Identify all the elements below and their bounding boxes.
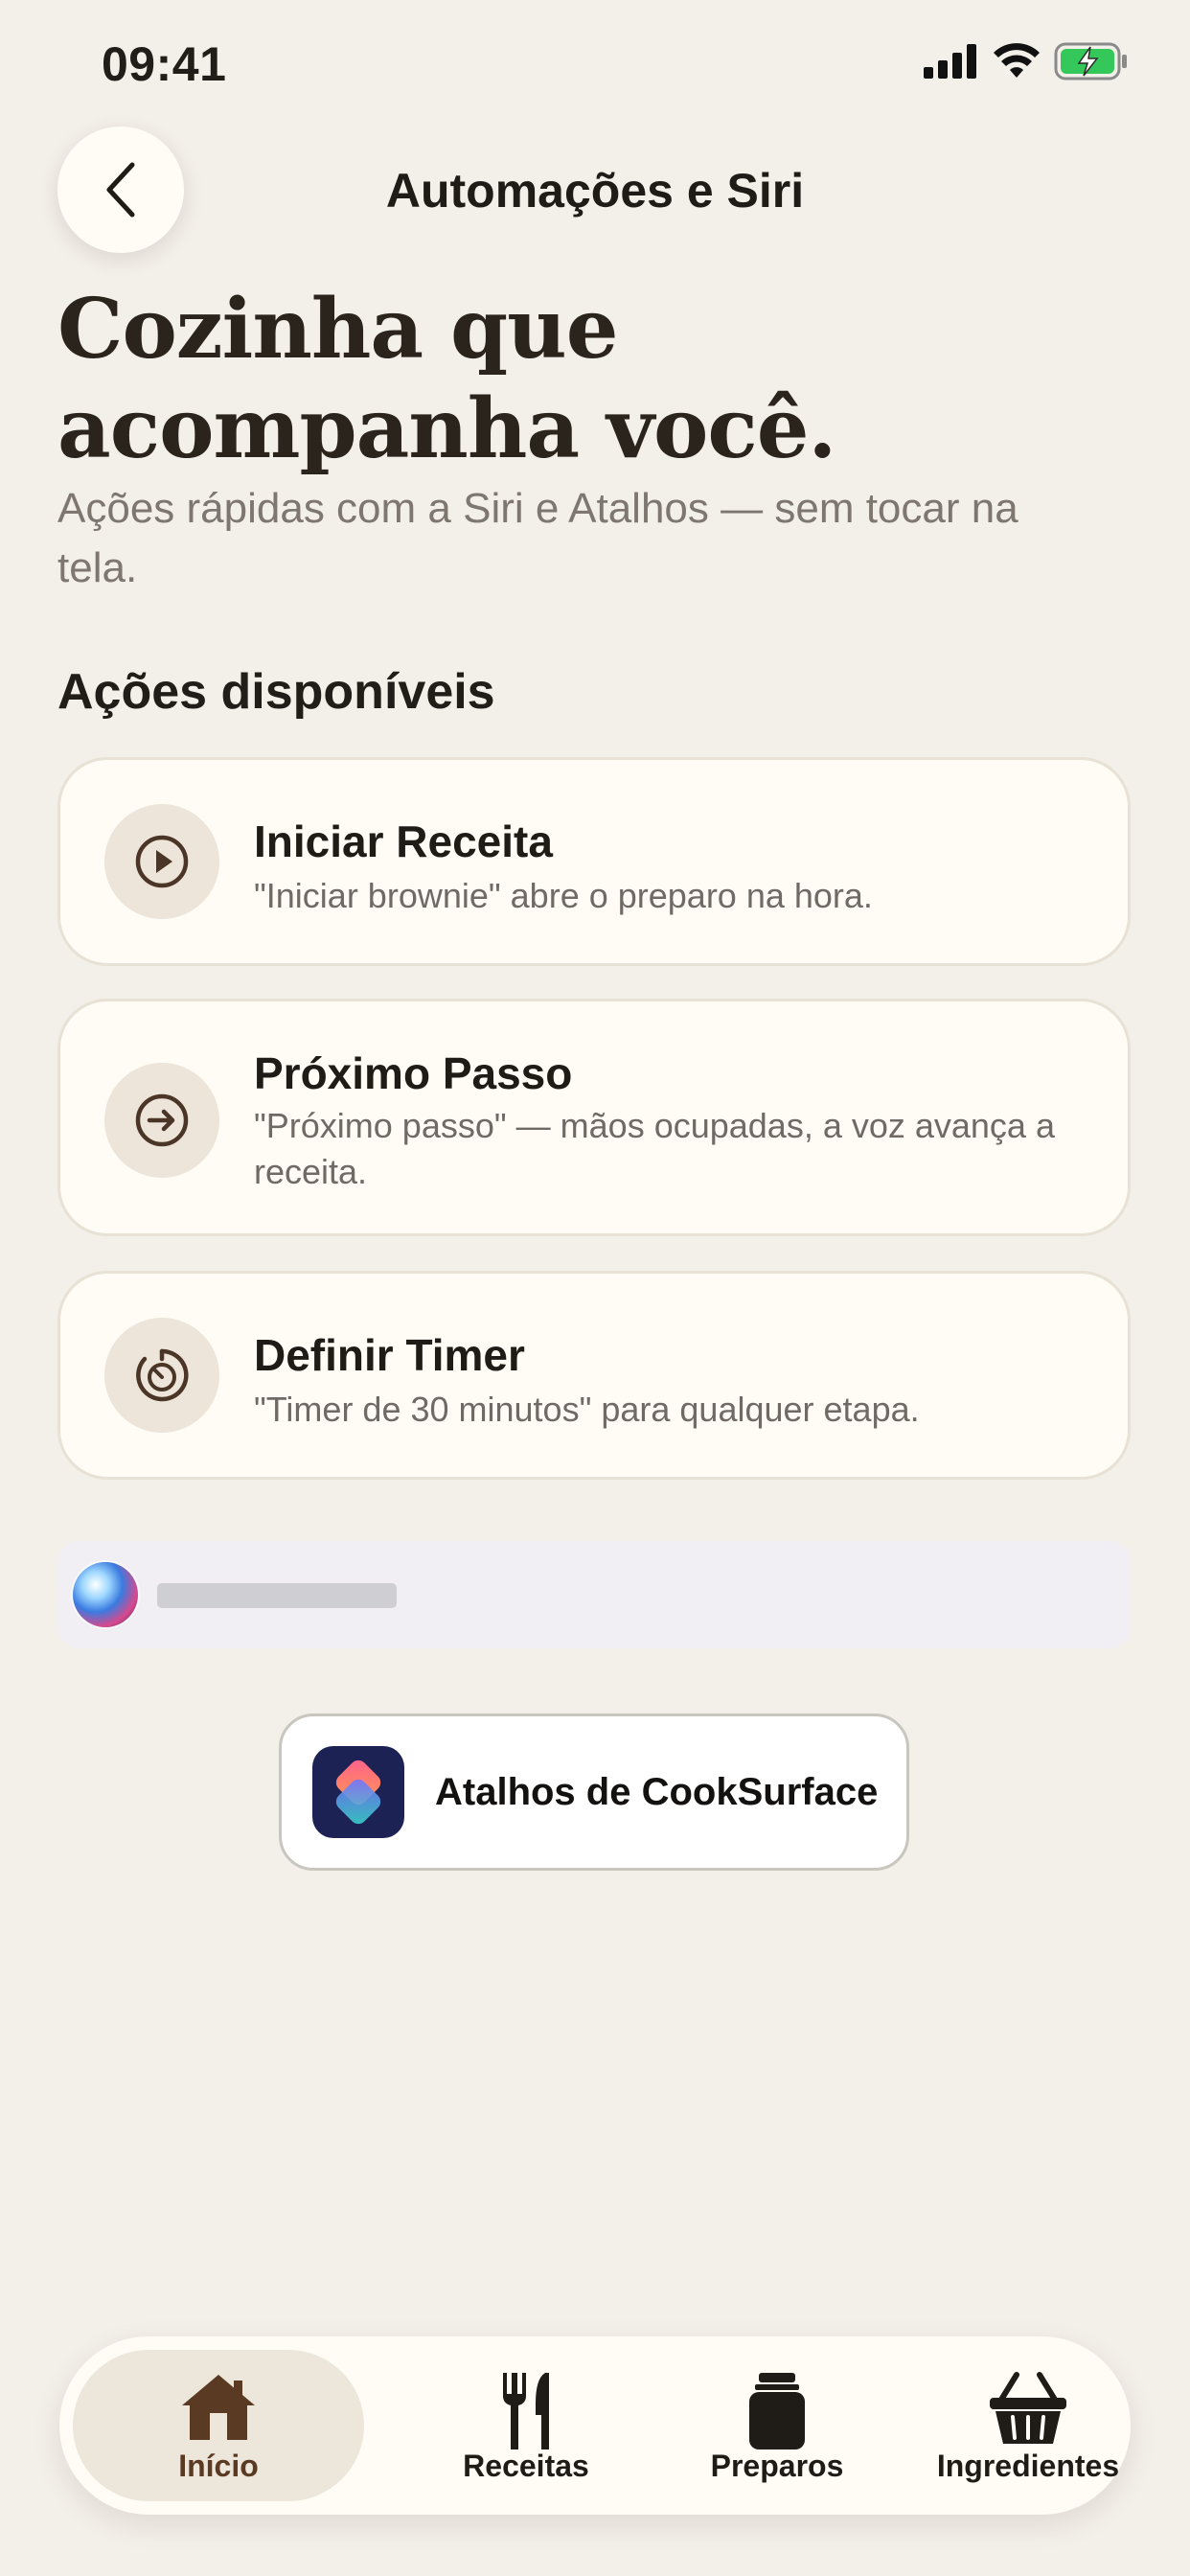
shortcuts-button[interactable]: Atalhos de CookSurface: [279, 1714, 909, 1871]
hero-title-line-2: acompanha você.: [57, 380, 836, 477]
action-card-next-step[interactable]: Próximo Passo "Próximo passo" — mãos ocu…: [57, 999, 1131, 1236]
status-time: 09:41: [102, 37, 227, 91]
wifi-icon: [994, 43, 1040, 78]
hero-title-line-1: Cozinha que: [57, 281, 618, 378]
action-description: "Próximo passo" — mãos ocupadas, a voz a…: [254, 1106, 1055, 1191]
action-description: "Iniciar brownie" abre o preparo na hora…: [254, 876, 873, 915]
tab-label: Receitas: [463, 2449, 589, 2483]
nav-title: Automações e Siri: [385, 164, 805, 218]
shortcuts-app-icon: [312, 1746, 404, 1838]
hero-subtitle: Ações rápidas com a Siri e Atalhos — sem…: [57, 485, 1018, 591]
tab-preparos[interactable]: Preparos: [652, 2350, 903, 2501]
action-title: Próximo Passo: [254, 1048, 573, 1098]
action-title: Definir Timer: [254, 1330, 525, 1380]
tab-inicio[interactable]: Início: [73, 2350, 364, 2501]
battery-charging-icon: [1054, 42, 1127, 80]
play-icon: [104, 804, 219, 919]
action-card-start-recipe[interactable]: Iniciar Receita "Iniciar brownie" abre o…: [57, 757, 1131, 966]
action-card-set-timer[interactable]: Definir Timer "Timer de 30 minutos" para…: [57, 1271, 1131, 1480]
tab-label: Início: [178, 2449, 259, 2483]
siri-icon: [73, 1562, 138, 1627]
cellular-signal-icon: [924, 44, 976, 79]
siri-input-bar[interactable]: [57, 1541, 1131, 1648]
action-description: "Timer de 30 minutos" para qualquer etap…: [254, 1390, 920, 1429]
home-icon: [182, 2375, 255, 2440]
siri-text-placeholder: [157, 1583, 397, 1608]
tab-ingredientes[interactable]: Ingredientes: [903, 2350, 1154, 2501]
status-icons: [924, 42, 1129, 80]
tab-label: Preparos: [710, 2449, 844, 2483]
basket-icon: [990, 2372, 1066, 2444]
shortcuts-button-label: Atalhos de CookSurface: [435, 1770, 879, 1813]
jar-icon: [749, 2373, 805, 2450]
hero-title: Cozinha que acompanha você.: [57, 280, 1111, 479]
fork-knife-icon: [503, 2373, 549, 2450]
timer-icon: [104, 1318, 219, 1433]
section-title: Ações disponíveis: [57, 664, 495, 720]
tab-receitas[interactable]: Receitas: [400, 2350, 652, 2501]
action-title: Iniciar Receita: [254, 816, 553, 866]
tab-label: Ingredientes: [936, 2449, 1120, 2483]
arrow-right-circle-icon: [104, 1063, 219, 1178]
tab-bar: Início Receitas Preparos Ingredientes: [59, 2336, 1131, 2515]
